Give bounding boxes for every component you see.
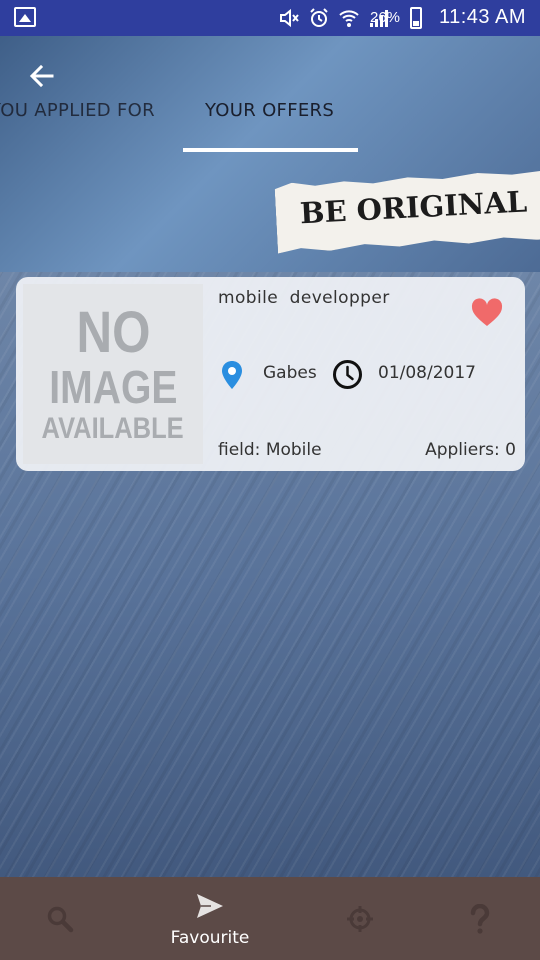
offer-field: field: Mobile [218, 440, 322, 460]
target-icon [347, 906, 373, 932]
banner-text: BE ORIGINAL [299, 184, 528, 231]
clock-icon [333, 360, 362, 389]
offer-date: 01/08/2017 [378, 363, 476, 383]
wifi-icon [338, 7, 360, 29]
help-icon [470, 904, 490, 934]
arrow-left-icon [29, 64, 54, 88]
location-pin-icon [222, 361, 242, 389]
nav-favourite-label: Favourite [170, 928, 250, 948]
clock-time: 11:43 AM [438, 6, 526, 28]
nav-search[interactable] [36, 877, 84, 960]
send-icon [197, 894, 223, 918]
placeholder-line-3: AVAILABLE [41, 412, 185, 445]
nav-help[interactable] [456, 877, 504, 960]
bottom-nav: Favourite [0, 877, 540, 960]
battery-icon [410, 7, 422, 29]
banner-paper: BE ORIGINAL [274, 168, 540, 253]
tab-you-applied-for[interactable]: YOU APPLIED FOR [0, 100, 155, 128]
favourite-button[interactable] [471, 298, 503, 328]
offer-image-placeholder: NO IMAGE AVAILABLE [23, 284, 203, 464]
heart-icon [471, 298, 503, 326]
battery-percent: 26% [370, 9, 401, 26]
back-button[interactable] [24, 58, 60, 94]
status-bar: 26% 11:43 AM [0, 0, 540, 36]
alarm-icon [308, 7, 330, 29]
tab-indicator [183, 148, 358, 152]
placeholder-line-2: IMAGE [48, 361, 178, 413]
tab-your-offers[interactable]: YOUR OFFERS [205, 100, 334, 128]
nav-favourite[interactable]: Favourite [150, 877, 270, 960]
nav-target[interactable] [336, 877, 384, 960]
offer-appliers: Appliers: 0 [425, 440, 516, 460]
mute-icon [278, 7, 300, 29]
search-icon [47, 906, 74, 933]
offer-location: Gabes [263, 363, 317, 383]
offer-title: mobile developper [218, 288, 390, 308]
gallery-notification-icon [14, 7, 36, 27]
placeholder-line-1: NO [76, 300, 150, 365]
header: YOU APPLIED FOR YOUR OFFERS BE ORIGINAL [0, 36, 540, 272]
